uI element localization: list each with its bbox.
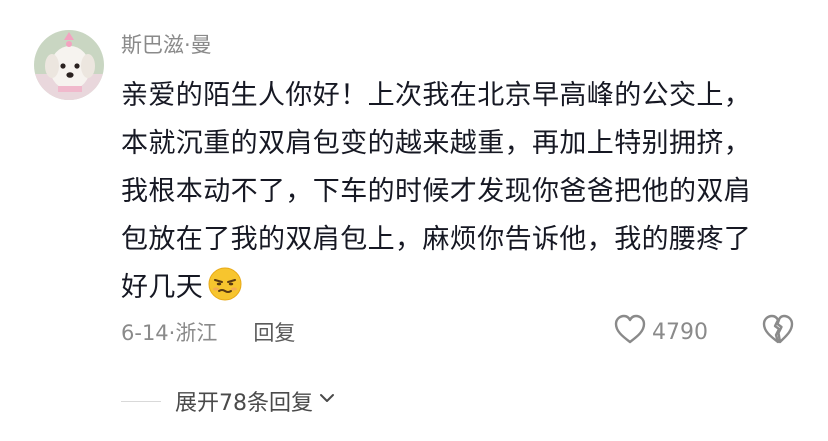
comment-text-line: 本就沉重的双肩包变的越来越重，再加上特别拥挤， <box>121 128 752 159</box>
comment-meta: 6-14·浙江 回复 <box>121 316 295 350</box>
comment-text-line: 我根本动不了，下车的时候才发现你爸爸把他的双肩 <box>121 176 752 207</box>
like-button[interactable]: 4790 <box>612 312 708 352</box>
expand-replies: 展开78条回复 <box>121 385 337 417</box>
like-count: 4790 <box>652 319 708 345</box>
dislike-button[interactable] <box>760 312 796 350</box>
comment-text: 亲爱的陌生人你好！上次我在北京早高峰的公交上， 本就沉重的双肩包变的越来越重，再… <box>121 72 811 312</box>
comment-text-line: 包放在了我的双肩包上，麻烦你告诉他，我的腰疼了 <box>121 224 752 255</box>
avatar[interactable] <box>34 30 104 100</box>
comment-username[interactable]: 斯巴滋·曼 <box>121 30 212 60</box>
annoyed-face-emoji-icon <box>207 266 243 302</box>
comment-text-line-last: 好几天 <box>121 264 811 312</box>
expand-replies-label: 展开78条回复 <box>175 391 313 416</box>
heart-icon <box>612 312 648 352</box>
divider <box>121 400 161 402</box>
expand-replies-button[interactable]: 展开78条回复 <box>175 385 337 417</box>
reply-button[interactable]: 回复 <box>253 316 295 350</box>
comment-text-line: 亲爱的陌生人你好！上次我在北京早高峰的公交上， <box>121 80 752 111</box>
chevron-down-icon <box>317 388 337 414</box>
comment-text-line: 好几天 <box>121 272 204 303</box>
comment-date-location: 6-14·浙江 <box>121 321 218 345</box>
broken-heart-icon <box>760 314 796 350</box>
